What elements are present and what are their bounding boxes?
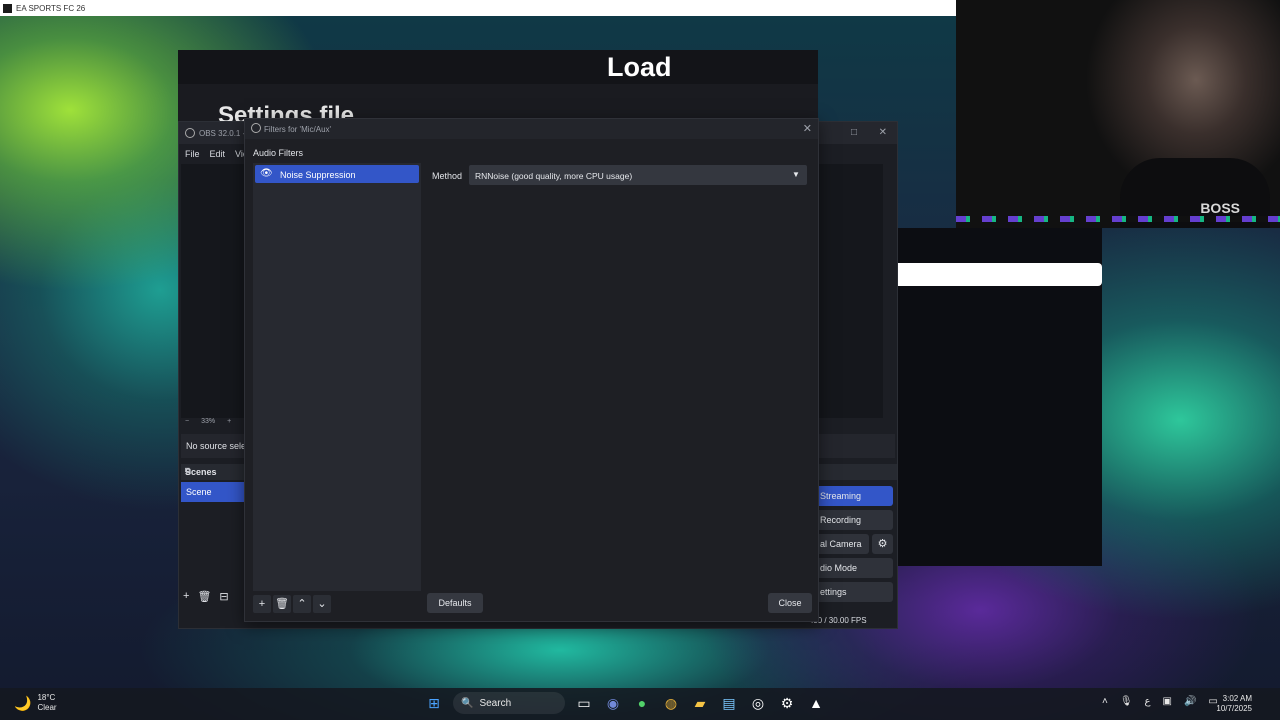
audio-filters-label: Audio Filters xyxy=(253,148,304,158)
move-down-icon[interactable]: ⌄ xyxy=(313,595,331,613)
shirt-text: BOSS xyxy=(1200,200,1240,216)
settings-label: ettings xyxy=(820,587,847,597)
speaker-icon[interactable]: 🔊 xyxy=(1184,696,1196,707)
white-bar xyxy=(898,263,1102,286)
settings-app-icon[interactable]: ⚙ xyxy=(777,692,797,714)
method-label: Method xyxy=(432,171,463,181)
menu-edit[interactable]: Edit xyxy=(210,149,226,159)
scene-label: Scene xyxy=(186,487,212,497)
game-title: EA SPORTS FC 26 xyxy=(16,3,86,13)
add-scene-button[interactable]: + xyxy=(183,590,189,603)
tutorial-strip xyxy=(178,50,818,84)
search-icon: 🔍 xyxy=(461,697,474,709)
virtual-camera-button[interactable]: al Camera xyxy=(815,534,869,554)
filters-title-bar: Filters for 'Mic/Aux' ✕ xyxy=(245,119,818,139)
obs-logo-icon xyxy=(185,128,195,138)
remove-filter-icon[interactable]: 🗑 xyxy=(273,595,291,613)
method-dropdown[interactable]: RNNoise (good quality, more CPU usage) ▼ xyxy=(469,165,807,185)
xbox-icon[interactable]: ● xyxy=(632,692,652,714)
virtual-camera-label: al Camera xyxy=(820,539,862,549)
studio-mode-button[interactable]: dio Mode xyxy=(815,558,893,578)
filters-dialog: Filters for 'Mic/Aux' ✕ Audio Filters 👁 … xyxy=(244,118,819,622)
taskbar-apps: ⊞ 🔍 Search ▭ ◉ ● ◍ ▰ ▤ ◎ ⚙ ▲ xyxy=(424,692,826,714)
search-label: Search xyxy=(479,697,512,709)
zoom-controls: − 33% + xyxy=(185,418,231,425)
file-explorer-icon[interactable]: ▰ xyxy=(690,692,710,714)
close-button[interactable]: Close xyxy=(768,593,812,613)
game-title-bar: EA SPORTS FC 26 xyxy=(0,0,956,16)
obs-taskbar-icon[interactable]: ◎ xyxy=(748,692,768,714)
move-up-icon[interactable]: ⌃ xyxy=(293,595,311,613)
audio-filter-list[interactable]: 👁 Noise Suppression xyxy=(253,163,421,591)
network-icon[interactable]: ▣ xyxy=(1163,696,1172,707)
task-view-icon[interactable]: ▭ xyxy=(574,692,594,714)
close-label: Close xyxy=(778,598,802,608)
no-source-label: No source sele xyxy=(186,441,247,451)
ea-app-icon[interactable]: ▲ xyxy=(806,692,826,714)
clock-time: 3:02 AM xyxy=(1222,694,1252,703)
moon-weather-icon: 🌙 xyxy=(14,694,32,711)
weather-temp: 18°C xyxy=(37,693,56,702)
visibility-eye-icon[interactable]: 👁 xyxy=(260,168,273,180)
start-windows-icon[interactable]: ⊞ xyxy=(424,692,444,714)
defaults-label: Defaults xyxy=(438,598,472,608)
webcam-overlay: BOSS xyxy=(956,0,1280,228)
filter-item-noise-suppression[interactable]: 👁 Noise Suppression xyxy=(255,165,419,183)
recording-label: Recording xyxy=(820,515,862,525)
language-icon[interactable]: ع xyxy=(1145,696,1151,707)
method-value: RNNoise (good quality, more CPU usage) xyxy=(475,171,633,181)
notepad-icon[interactable]: ▤ xyxy=(719,692,739,714)
scene-tools: + 🗑 ⊟ xyxy=(183,590,229,603)
settings-button[interactable]: ettings xyxy=(815,582,893,602)
game-app-icon xyxy=(3,3,12,13)
studio-mode-label: dio Mode xyxy=(820,563,858,573)
start-streaming-button[interactable]: Streaming xyxy=(815,486,893,506)
scene-list-item[interactable]: Scene xyxy=(181,482,245,502)
start-recording-button[interactable]: Recording xyxy=(815,510,893,530)
dialog-close-icon[interactable]: ✕ xyxy=(803,122,812,135)
system-clock[interactable]: 3:02 AM 10/7/2025 xyxy=(1210,694,1252,714)
microphone-icon[interactable]: 🎙 xyxy=(1120,696,1133,707)
virtual-camera-settings-gear-icon[interactable]: ⚙ xyxy=(872,534,893,554)
windows-taskbar: 🌙 18°C Clear ⊞ 🔍 Search ▭ ◉ ● ◍ ▰ ▤ ◎ ⚙ … xyxy=(0,688,1280,720)
chrome-icon[interactable]: ◍ xyxy=(661,692,681,714)
add-filter-icon[interactable]: + xyxy=(253,595,271,613)
close-icon[interactable]: ✕ xyxy=(879,127,887,138)
defaults-button[interactable]: Defaults xyxy=(427,593,483,613)
zoom-out-button[interactable]: − xyxy=(185,418,189,425)
weather-condition: Clear xyxy=(37,703,57,712)
discord-icon[interactable]: ◉ xyxy=(603,692,623,714)
zoom-in-button[interactable]: + xyxy=(227,418,231,425)
maximize-icon[interactable]: □ xyxy=(851,127,857,138)
remove-scene-button[interactable]: 🗑 xyxy=(197,590,211,603)
streaming-label: Streaming xyxy=(820,491,862,501)
chevron-up-icon[interactable]: ˄ xyxy=(1102,696,1108,707)
filter-name: Noise Suppression xyxy=(280,170,356,180)
weather-widget[interactable]: 🌙 18°C Clear xyxy=(14,693,57,713)
fps-status: .00 / 30.00 FPS xyxy=(811,616,867,625)
rgb-lights xyxy=(956,216,1280,222)
chevron-down-icon: ▼ xyxy=(792,170,800,179)
tutorial-load-title: Load xyxy=(607,52,672,82)
clock-date: 10/7/2025 xyxy=(1216,704,1252,713)
obs-logo-icon xyxy=(251,123,261,133)
scene-filter-button[interactable]: ⊟ xyxy=(219,590,228,603)
menu-file[interactable]: File xyxy=(185,149,200,159)
filters-title: Filters for 'Mic/Aux' xyxy=(264,125,332,134)
obs-window-title: OBS 32.0.1 - xyxy=(199,129,246,138)
zoom-level: 33% xyxy=(201,418,216,425)
taskbar-search[interactable]: 🔍 Search xyxy=(453,692,565,714)
system-tray: ˄ 🎙 ع ▣ 🔊 ▭ xyxy=(1102,696,1218,707)
